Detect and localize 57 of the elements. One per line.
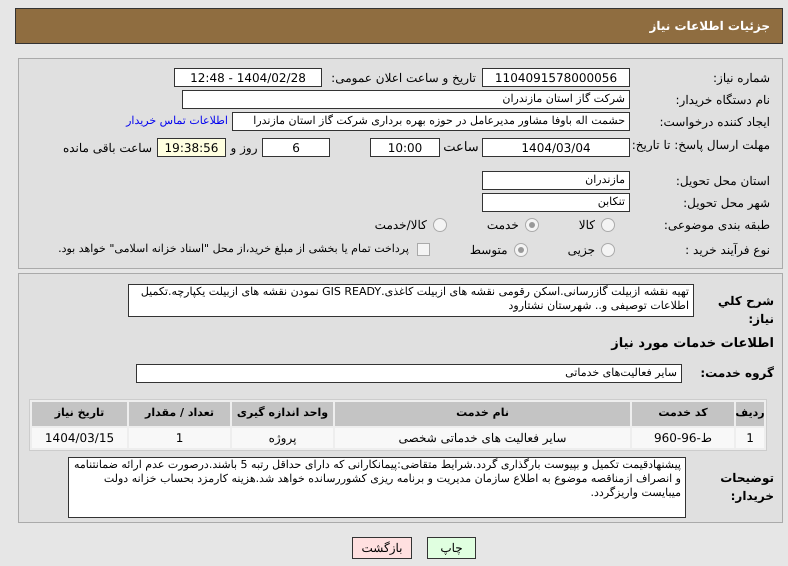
text-field[interactable]: سایر فعالیت‌های خدماتی: [136, 364, 682, 382]
text-field[interactable]: 1404/02/28 - 12:48: [174, 68, 322, 87]
contact-link[interactable]: اطلاعات تماس خریدار: [126, 113, 228, 130]
description-textarea[interactable]: تهیه نقشه ازبیلت گازرسانی.اسکن رقومی نقشه های ازبیلت کاغذی.GIS READY نمودن نقشه های ازبیلت یکپارچه.تکمیل اطلاعات توصیفی و.. شهرستان نشتارود: [128, 284, 694, 317]
field-label: استان محل تحویل:: [674, 172, 770, 190]
page-title: جزئیات اطلاعات نیاز: [649, 18, 770, 35]
table-cell: 1: [736, 428, 764, 448]
radio-button[interactable]: [524, 218, 539, 232]
column-header: واحد اندازه گیری: [232, 402, 333, 426]
field-label: ایجاد کننده درخواست:: [658, 114, 770, 130]
radio-button[interactable]: [601, 218, 615, 232]
back-button[interactable]: بازگشت: [352, 537, 412, 559]
field-label: گروه خدمت:: [699, 365, 774, 382]
text-field[interactable]: مازندران: [482, 171, 630, 190]
column-header: ردیف: [736, 402, 764, 426]
field-label: طبقه بندی موضوعی:: [662, 216, 770, 234]
text-field[interactable]: 6: [262, 138, 330, 158]
radio-label: متوسط: [470, 242, 508, 258]
field-label: توضیحات خریدار:: [719, 470, 774, 505]
text-field[interactable]: 1404/03/04: [482, 138, 630, 158]
column-header: کد خدمت: [632, 402, 734, 426]
table-cell: 1404/03/15: [32, 428, 127, 448]
checkbox-label: پرداخت تمام یا بخشی از مبلغ خرید،از محل "اسناد خزانه اسلامی" خواهد بود.: [58, 241, 409, 258]
remaining-label: ساعت باقی مانده: [62, 140, 153, 157]
radio-label: جزیی: [568, 242, 595, 258]
table-cell: 1: [129, 428, 230, 448]
field-label: نام دستگاه خریدار:: [674, 92, 770, 108]
checkbox[interactable]: [416, 243, 430, 256]
time-label: ساعت: [442, 139, 480, 157]
text-field[interactable]: شرکت گاز استان مازندران: [182, 90, 630, 109]
field-label: مهلت ارسال پاسخ: تا تاریخ:: [630, 138, 770, 153]
text-field[interactable]: 10:00: [370, 138, 440, 158]
radio-button[interactable]: [432, 218, 447, 232]
field-label: شهر محل تحویل:: [682, 194, 770, 212]
table-cell: پروژه: [232, 428, 333, 448]
radio-label: کالا/خدمت: [374, 216, 427, 234]
radio-label: خدمت: [486, 216, 519, 234]
section-title: اطلاعات خدمات مورد نیاز: [610, 335, 774, 353]
field-label: شرح کلي نیاز:: [716, 293, 774, 328]
text-field[interactable]: تنکابن: [482, 193, 630, 212]
table-cell: سایر فعالیت های خدماتی شخصی: [335, 428, 630, 448]
field-label: شماره نیاز:: [712, 70, 770, 86]
radio-button[interactable]: [514, 242, 528, 256]
text-field[interactable]: 19:38:56: [157, 138, 226, 158]
column-header: تاریخ نیاز: [32, 402, 127, 426]
field-label: نوع فرآیند خرید :: [684, 242, 770, 258]
notes-textarea[interactable]: پیشنهادقیمت تکمیل و بپیوست بارگذاری گردد.شرایط متقاضی:پیمانکارانی که دارای حداقل رتبه 5 باشند.درصورت عدم ارائه ضمانتنامه و انصراف ازمناقصه موضوع به اطلاع سازمان مدیریت و برنامه ریزی کشوررسانده خواهد شد.هزینه کارمزد بحساب خزانه دولت میبایست واریزگردد.: [68, 456, 686, 518]
radio-button[interactable]: [601, 242, 615, 256]
radio-label: کالا: [578, 216, 595, 234]
column-header: نام خدمت: [335, 402, 630, 426]
print-button[interactable]: چاپ: [427, 537, 476, 559]
text-field[interactable]: 1104091578000056: [482, 68, 630, 87]
days-label: روز و: [229, 140, 258, 157]
column-header: تعداد / مقدار: [129, 402, 230, 426]
field-label: تاریخ و ساعت اعلان عمومی:: [330, 70, 477, 86]
text-field[interactable]: حشمت اله باوفا مشاور مدیرعامل در حوزه بهره برداری شرکت گاز استان مازندرا: [232, 112, 630, 131]
table-cell: ط-96-960: [632, 428, 734, 448]
